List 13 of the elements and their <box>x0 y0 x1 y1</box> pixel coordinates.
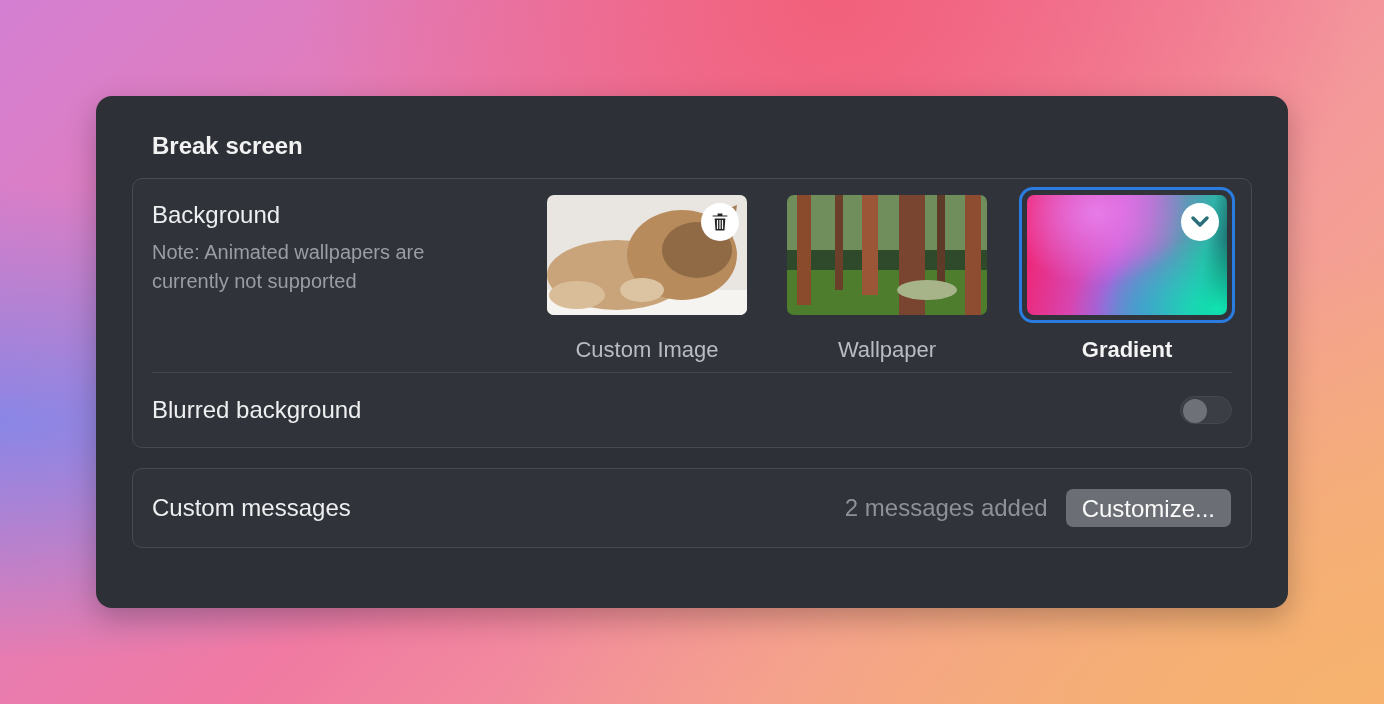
section-title: Break screen <box>152 132 303 160</box>
background-option[interactable] <box>1019 187 1235 323</box>
option-label: Gradient <box>1081 337 1173 363</box>
setting-label: Blurred background <box>152 396 362 424</box>
setting-label: Background <box>152 201 281 229</box>
trash-icon <box>711 212 729 232</box>
option-label: Custom Image <box>575 337 719 363</box>
message-count: 2 messages added <box>844 494 1048 522</box>
toggle-switch[interactable] <box>1180 396 1232 424</box>
note-text: Note: Animated wallpapers are currently not supported <box>152 240 426 294</box>
customize-button[interactable]: Customize... <box>1065 489 1231 527</box>
option-label: Wallpaper <box>837 337 937 363</box>
setting-label: Custom messages <box>152 494 351 522</box>
